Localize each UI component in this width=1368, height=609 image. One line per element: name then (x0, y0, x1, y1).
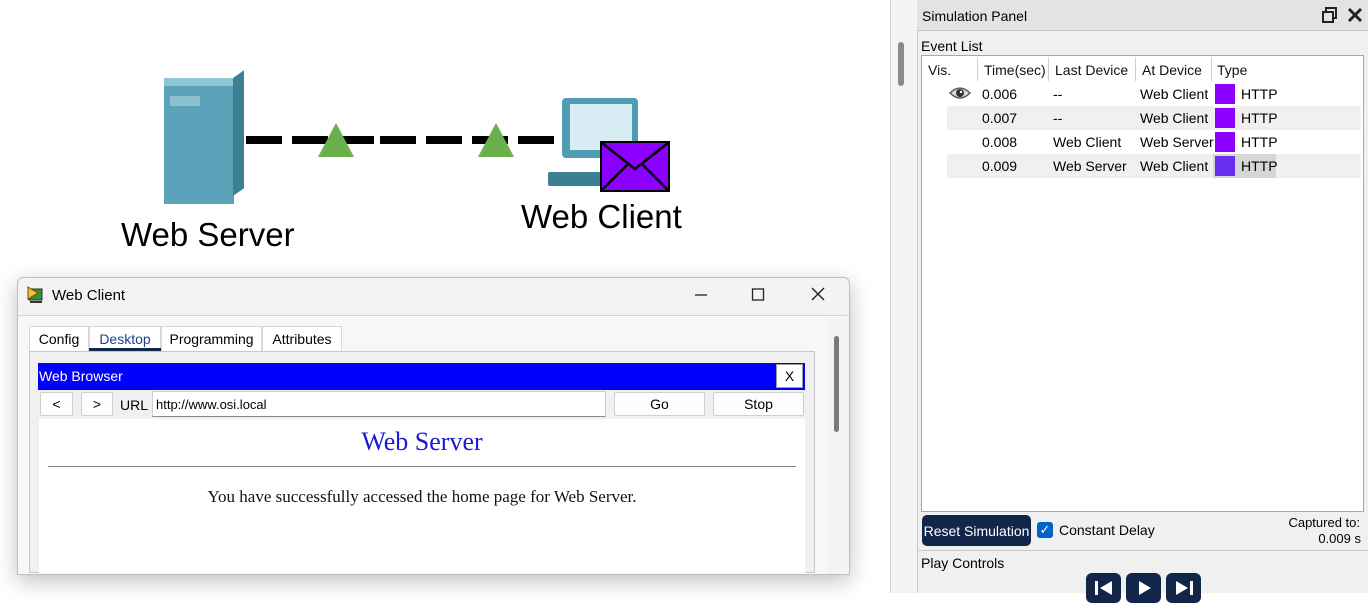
go-button[interactable]: Go (614, 392, 705, 416)
page-heading: Web Server (361, 427, 483, 456)
web-browser-title: Web Browser (39, 368, 123, 384)
pdu-envelope-icon[interactable] (600, 141, 670, 192)
restore-window-icon[interactable] (1322, 7, 1338, 23)
event-last-device: Web Server (1053, 158, 1127, 174)
tab-attributes[interactable]: Attributes (262, 326, 342, 351)
event-time: 0.007 (982, 110, 1018, 126)
event-time: 0.006 (982, 86, 1018, 102)
tab-programming[interactable]: Programming (161, 326, 262, 351)
url-label: URL (120, 397, 149, 413)
event-row[interactable]: 0.006 -- Web Client HTTP (947, 82, 1361, 106)
event-at-device: Web Client (1140, 86, 1209, 102)
constant-delay-label[interactable]: Constant Delay (1059, 522, 1155, 538)
close-window-icon[interactable] (804, 283, 832, 307)
column-header-type[interactable]: Type (1217, 62, 1247, 78)
close-panel-icon[interactable] (1346, 6, 1364, 24)
web-browser-close-button[interactable]: X (776, 364, 803, 388)
window-scrollbar-thumb[interactable] (834, 336, 839, 432)
play-button[interactable] (1126, 573, 1161, 603)
event-time: 0.009 (982, 158, 1018, 174)
event-last-device: Web Client (1053, 134, 1122, 150)
event-last-device: -- (1053, 110, 1063, 126)
event-list-label: Event List (921, 38, 983, 54)
event-at-device: Web Client (1140, 110, 1209, 126)
server-side (233, 70, 244, 196)
step-forward-button[interactable] (1166, 573, 1201, 603)
play-controls-divider (917, 550, 1368, 551)
captured-to-value: 0.009 s (1318, 531, 1361, 546)
constant-delay-checkbox[interactable]: ✓ (1037, 522, 1053, 538)
event-type: HTTP (1241, 86, 1278, 102)
url-input[interactable] (152, 391, 606, 417)
event-row[interactable]: 0.008 Web Client Web Server HTTP (947, 130, 1361, 154)
minimize-icon[interactable] (687, 283, 715, 307)
simulation-panel-title: Simulation Panel (922, 8, 1028, 24)
event-last-device: -- (1053, 86, 1063, 102)
web-browser-titlebar (38, 363, 805, 390)
page-body-text: You have successfully accessed the home … (207, 487, 637, 506)
column-header-at-device[interactable]: At Device (1142, 62, 1202, 78)
panel-splitter[interactable] (890, 0, 918, 593)
event-type: HTTP (1241, 134, 1278, 150)
server-slot (170, 96, 200, 106)
column-header-vis[interactable]: Vis. (928, 62, 951, 78)
tab-config[interactable]: Config (29, 326, 89, 351)
stop-button[interactable]: Stop (713, 392, 804, 416)
captured-to-label: Captured to: (1288, 515, 1360, 530)
link-up-indicator (478, 123, 514, 157)
event-type-color-swatch (1215, 84, 1235, 104)
window-title: Web Client (52, 287, 126, 304)
step-back-button[interactable] (1086, 573, 1121, 603)
play-controls-label: Play Controls (921, 555, 1005, 571)
event-at-device: Web Client (1140, 158, 1209, 174)
event-type: HTTP (1241, 158, 1278, 174)
event-type-color-swatch (1215, 132, 1235, 152)
event-at-device: Web Server (1140, 134, 1214, 150)
packet-tracer-app-icon (26, 285, 46, 305)
event-type: HTTP (1241, 110, 1278, 126)
step-forward-icon (1175, 581, 1193, 595)
maximize-icon[interactable] (744, 283, 772, 307)
forward-button[interactable]: > (81, 392, 113, 416)
splitter-scroll-thumb[interactable] (898, 42, 904, 86)
client-label[interactable]: Web Client (521, 198, 682, 236)
event-time: 0.008 (982, 134, 1018, 150)
step-back-icon (1094, 581, 1112, 595)
server-label[interactable]: Web Server (121, 216, 295, 254)
reset-simulation-button[interactable]: Reset Simulation (922, 515, 1031, 546)
back-button[interactable]: < (40, 392, 73, 416)
eye-icon[interactable] (949, 85, 971, 104)
column-header-last-device[interactable]: Last Device (1055, 62, 1128, 78)
event-type-color-swatch (1215, 156, 1235, 176)
link-up-indicator (318, 123, 354, 157)
play-icon (1138, 581, 1151, 595)
column-header-time[interactable]: Time(sec) (984, 62, 1046, 78)
event-row[interactable]: 0.009 Web Server Web Client HTTP (947, 154, 1361, 178)
event-row[interactable]: 0.007 -- Web Client HTTP (947, 106, 1361, 130)
event-type-color-swatch (1215, 108, 1235, 128)
page-divider (48, 466, 796, 467)
